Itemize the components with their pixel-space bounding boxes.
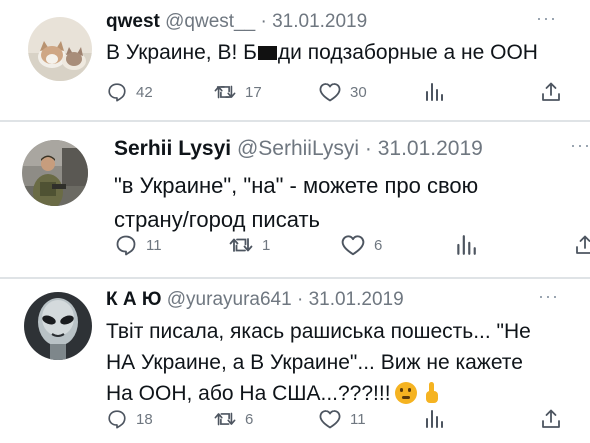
tweet-date[interactable]: 31.01.2019 xyxy=(272,11,367,32)
tweet-header: К А Ю @yurayura641 · 31.01.2019 xyxy=(106,288,404,312)
tweet-text-part: В Украине, В! Б xyxy=(106,41,257,64)
tweet-text-line-with-emoji: На ООН, або На США...???!!! xyxy=(106,378,531,409)
author-name[interactable]: Serhii Lysyi xyxy=(114,137,231,160)
tweet-text-line: НА Украине, а В Украине"... Виж не кажет… xyxy=(106,351,523,374)
heart-icon xyxy=(319,83,341,102)
separator: · xyxy=(296,289,304,310)
more-options-icon[interactable]: ··· xyxy=(570,135,590,156)
retweet-count: 6 xyxy=(245,410,254,428)
tweet-actions: 11 1 6 xyxy=(0,233,590,259)
share-icon xyxy=(542,82,560,101)
tweet-text-line: "в Украине", "на" - можете про свою xyxy=(114,173,479,198)
reply-count: 42 xyxy=(136,83,153,101)
tweet-serhii-lysyi[interactable]: Serhii Lysyi @SerhiiLysyi · 31.01.2019 ·… xyxy=(0,121,590,278)
thinking-face-icon xyxy=(394,382,417,404)
alien-avatar-image xyxy=(24,292,92,360)
like-count: 6 xyxy=(374,236,383,254)
author-handle[interactable]: @yurayura641 xyxy=(167,289,292,310)
author-handle[interactable]: @qwest__ xyxy=(165,11,255,32)
tweet-date[interactable]: 31.01.2019 xyxy=(309,289,404,310)
share-button[interactable] xyxy=(574,233,590,257)
tweet-text: "в Украине", "на" - можете про свою стра… xyxy=(114,169,478,237)
tweet-text-line: страну/город писать xyxy=(114,207,321,232)
tweet-text: Твіт писала, якась рашиська пошесть... "… xyxy=(106,316,531,409)
tweet-qwest[interactable]: qwest @qwest__ · 31.01.2019 ··· В Украин… xyxy=(0,0,590,121)
heart-icon xyxy=(341,235,365,256)
views-button[interactable] xyxy=(423,408,445,430)
reply-icon xyxy=(108,410,126,429)
retweet-icon xyxy=(214,85,236,99)
reply-button[interactable]: 42 xyxy=(106,81,153,103)
tweet-actions: 42 17 30 xyxy=(0,81,590,107)
avatar[interactable] xyxy=(24,292,92,360)
tweet-actions: 18 6 11 xyxy=(0,408,590,434)
views-icon xyxy=(457,235,476,255)
share-button[interactable] xyxy=(540,408,562,430)
tweet-text-line: На ООН, або На США...???!!! xyxy=(106,382,391,405)
reply-button[interactable]: 18 xyxy=(106,408,153,430)
reply-icon xyxy=(108,83,126,102)
separator: · xyxy=(260,11,267,32)
share-icon xyxy=(576,235,590,254)
retweet-icon xyxy=(229,238,253,252)
tweet-header: qwest @qwest__ · 31.01.2019 xyxy=(106,10,367,34)
like-button[interactable]: 30 xyxy=(318,81,367,103)
reply-icon xyxy=(116,235,136,256)
retweet-count: 1 xyxy=(262,236,271,254)
soldier-avatar-image xyxy=(22,140,88,206)
retweet-button[interactable]: 6 xyxy=(213,408,253,430)
reply-button[interactable]: 11 xyxy=(114,233,162,257)
index-pointing-up-icon xyxy=(425,382,439,404)
tweet-text-line: Твіт писала, якась рашиська пошесть... "… xyxy=(106,320,531,343)
retweet-button[interactable]: 1 xyxy=(228,233,270,257)
retweet-button[interactable]: 17 xyxy=(213,81,262,103)
separator: · xyxy=(364,137,372,160)
tweet-kayu[interactable]: К А Ю @yurayura641 · 31.01.2019 ··· Твіт… xyxy=(0,278,590,443)
more-options-icon[interactable]: ··· xyxy=(536,8,557,29)
tweet-date[interactable]: 31.01.2019 xyxy=(378,137,483,160)
reply-count: 18 xyxy=(136,410,153,428)
retweet-count: 17 xyxy=(245,83,262,101)
heart-icon xyxy=(319,410,341,429)
author-handle[interactable]: @SerhiiLysyi xyxy=(237,137,359,160)
author-name[interactable]: К А Ю xyxy=(106,289,161,310)
avatar[interactable] xyxy=(22,140,88,206)
more-options-icon[interactable]: ··· xyxy=(538,286,559,307)
tweet-text-part: ди подзаборные а не ООН xyxy=(277,41,538,64)
like-count: 11 xyxy=(350,410,366,428)
author-name[interactable]: qwest xyxy=(106,11,160,32)
censor-bar xyxy=(257,46,277,60)
like-button[interactable]: 11 xyxy=(318,408,366,430)
reply-count: 11 xyxy=(146,236,162,254)
retweet-icon xyxy=(214,412,236,426)
cat-avatar-image xyxy=(28,17,92,81)
tweet-header: Serhii Lysyi @SerhiiLysyi · 31.01.2019 xyxy=(114,135,483,163)
avatar[interactable] xyxy=(28,17,92,81)
like-count: 30 xyxy=(350,83,367,101)
tweet-text: В Украине, В! Б ди подзаборные а не ООН xyxy=(106,39,538,67)
views-button[interactable] xyxy=(423,81,445,103)
like-button[interactable]: 6 xyxy=(340,233,382,257)
share-icon xyxy=(542,409,560,428)
share-button[interactable] xyxy=(540,81,562,103)
views-icon xyxy=(426,410,443,428)
views-button[interactable] xyxy=(454,233,478,257)
views-icon xyxy=(426,83,443,101)
